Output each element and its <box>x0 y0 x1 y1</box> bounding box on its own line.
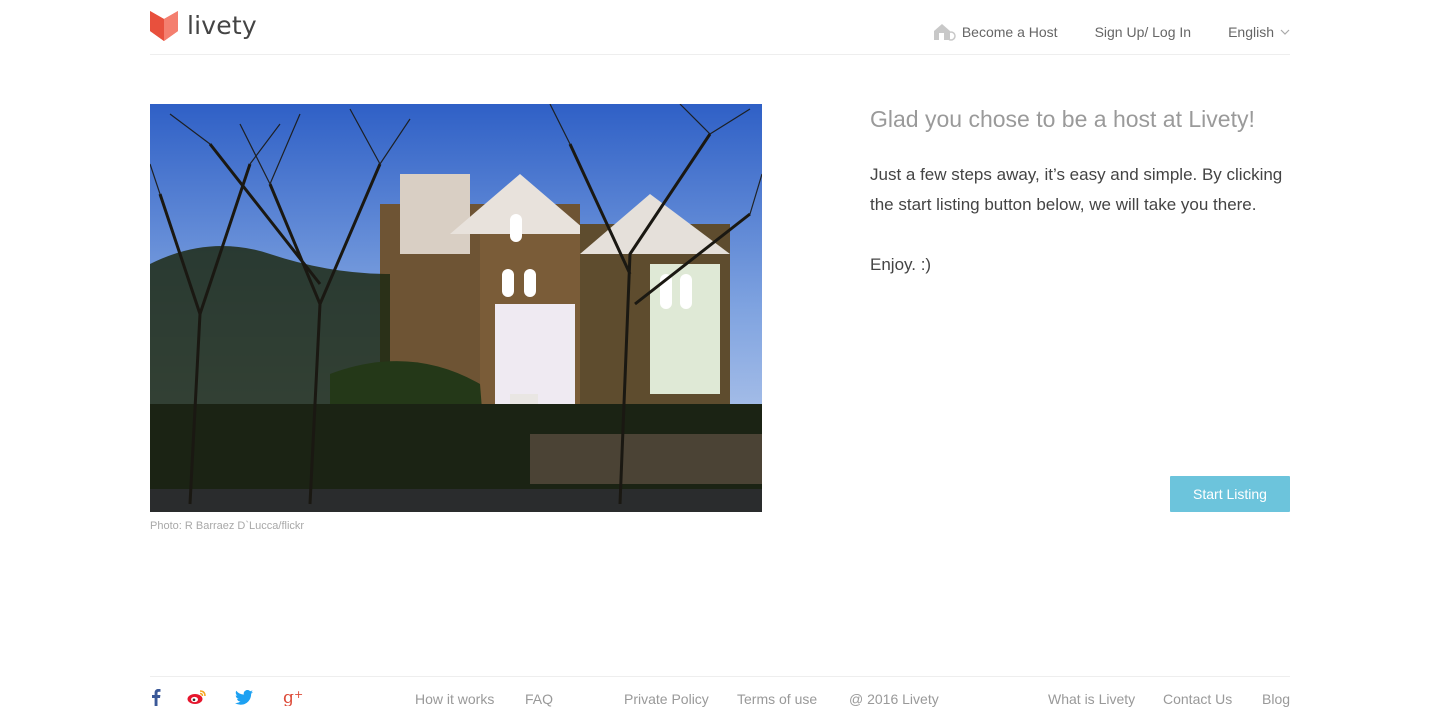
chevron-down-icon <box>1280 29 1290 35</box>
page: livety Become a Host Sign Up/ Log In Eng… <box>0 0 1440 720</box>
footer-divider <box>150 676 1290 677</box>
terms-link[interactable]: Terms of use <box>737 691 817 707</box>
what-is-livety-link[interactable]: What is Livety <box>1048 691 1135 707</box>
how-it-works-link[interactable]: How it works <box>415 691 494 707</box>
google-plus-icon[interactable]: g + <box>283 688 303 709</box>
welcome-enjoy: Enjoy. :) <box>870 255 932 274</box>
photo-caption: Photo: R Barraez D`Lucca/flickr <box>150 520 305 532</box>
top-nav: Become a Host Sign Up/ Log In English <box>932 22 1290 42</box>
become-host-link[interactable]: Become a Host <box>932 22 1058 42</box>
welcome-title: Glad you chose to be a host at Livety! <box>870 106 1255 132</box>
signup-login-label: Sign Up/ Log In <box>1094 24 1192 40</box>
svg-text:g: g <box>283 688 294 706</box>
house-icon <box>933 24 956 41</box>
start-listing-button[interactable]: Start Listing <box>1170 476 1290 512</box>
welcome-section: Glad you chose to be a host at Livety! J… <box>870 104 1300 280</box>
language-label: English <box>1228 24 1274 40</box>
site-header: livety Become a Host Sign Up/ Log In Eng… <box>150 0 1290 55</box>
site-footer: g + How it works FAQ Private Policy Terms… <box>150 688 1290 712</box>
facebook-icon[interactable] <box>151 688 161 709</box>
logo[interactable]: livety <box>150 11 257 41</box>
twitter-icon[interactable] <box>235 689 253 708</box>
livety-logo-icon <box>150 11 178 41</box>
language-select[interactable]: English <box>1228 24 1290 40</box>
private-policy-link[interactable]: Private Policy <box>624 691 709 707</box>
become-host-label: Become a Host <box>961 24 1058 40</box>
house-photo-illustration <box>150 104 762 512</box>
signup-login-link[interactable]: Sign Up/ Log In <box>1095 24 1192 40</box>
weibo-icon[interactable] <box>187 689 207 708</box>
welcome-body: Just a few steps away, it’s easy and sim… <box>870 165 1283 214</box>
copyright-text: @ 2016 Livety <box>849 691 939 707</box>
svg-text:+: + <box>294 688 303 701</box>
contact-us-link[interactable]: Contact Us <box>1163 691 1232 707</box>
brand-name: livety <box>187 11 257 40</box>
faq-link[interactable]: FAQ <box>525 691 553 707</box>
blog-link[interactable]: Blog <box>1262 691 1290 707</box>
hero-photo <box>150 104 762 512</box>
social-links: g + <box>150 688 303 709</box>
